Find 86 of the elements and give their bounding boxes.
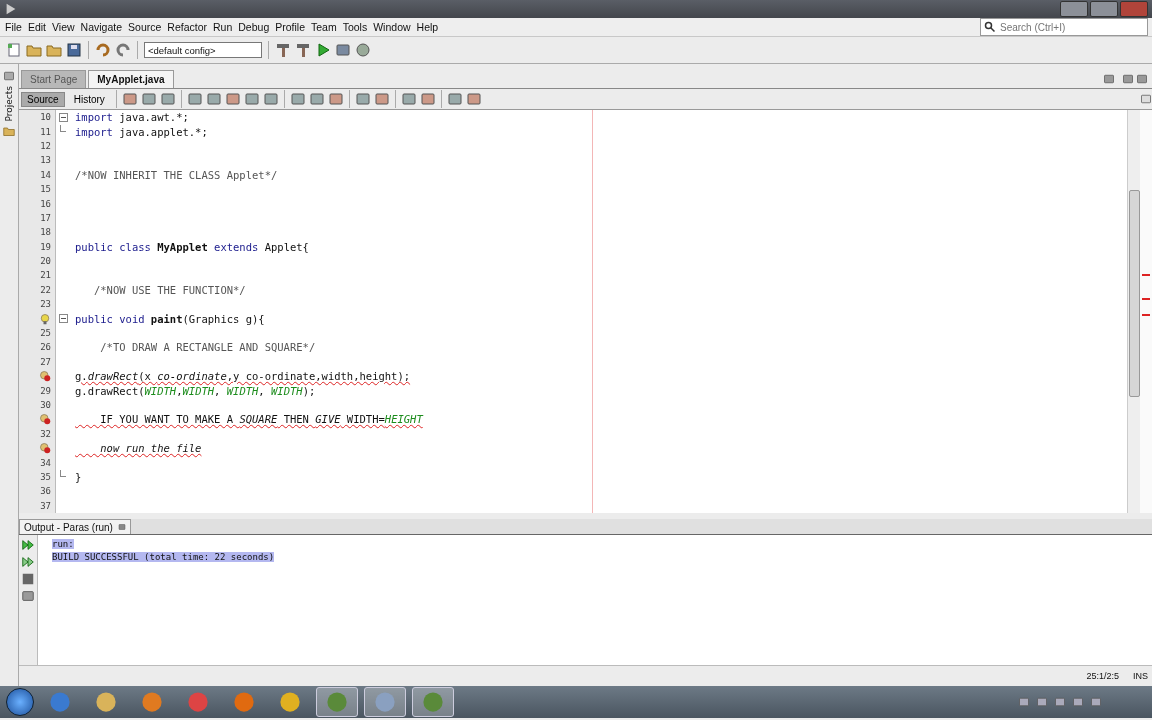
line-number: 14 — [40, 169, 51, 180]
line-number: 18 — [40, 227, 51, 238]
code-line: /*NOW USE THE FUNCTION*/ — [92, 283, 246, 296]
code-line: g.drawRect(WIDTH,WIDTH, WIDTH, WIDTH); — [75, 384, 316, 397]
maximize-button[interactable] — [1090, 1, 1118, 17]
run-icon[interactable] — [315, 42, 331, 58]
code-line: public void paint(Graphics g){ — [75, 312, 265, 325]
rerun-icon[interactable] — [21, 538, 35, 552]
rerun-options-icon[interactable] — [21, 555, 35, 569]
close-button[interactable] — [1120, 1, 1148, 17]
line-number: 21 — [40, 270, 51, 281]
line-number: 16 — [40, 198, 51, 209]
code-line: import java.applet.*; — [75, 125, 208, 138]
start-button[interactable] — [6, 688, 34, 716]
fold-toggle[interactable] — [58, 314, 68, 324]
view-toggle[interactable]: History — [67, 91, 111, 107]
line-number: 29 — [40, 385, 51, 396]
line-number: 10 — [40, 112, 51, 123]
minimize-button[interactable] — [1060, 1, 1088, 17]
line-number: 30 — [40, 400, 51, 410]
view-toggle[interactable]: Source — [21, 91, 65, 107]
error-bulb-icon[interactable] — [39, 370, 51, 383]
light-bulb-icon[interactable] — [39, 312, 51, 325]
code-line: public class MyApplet extends Applet{ — [75, 240, 309, 253]
menu-item[interactable]: Help — [413, 21, 442, 33]
insert-mode: INS — [1133, 671, 1148, 681]
editor-tab[interactable]: Start Page — [21, 70, 87, 88]
menu-item[interactable]: Edit — [24, 21, 49, 33]
line-number: 15 — [40, 184, 51, 195]
line-number: 32 — [40, 428, 51, 439]
menu-item[interactable]: View — [49, 21, 78, 33]
menu-item[interactable]: Team — [308, 21, 340, 33]
redo-icon[interactable] — [115, 42, 131, 58]
error-marker[interactable] — [1142, 314, 1150, 316]
menu-item[interactable]: Profile — [272, 21, 308, 33]
error-marker[interactable] — [1142, 298, 1150, 300]
fold-toggle[interactable] — [58, 112, 68, 122]
line-number: 35 — [40, 471, 51, 482]
line-number: 23 — [40, 299, 51, 310]
menu-item[interactable]: Navigate — [77, 21, 126, 33]
undo-icon[interactable] — [95, 42, 111, 58]
line-number: 12 — [40, 140, 51, 151]
menu-item[interactable]: Debug — [235, 21, 273, 33]
error-bulb-icon[interactable] — [39, 442, 51, 455]
new-project-icon[interactable] — [26, 42, 42, 58]
menu-item[interactable]: Source — [125, 21, 165, 33]
save-icon[interactable] — [66, 42, 82, 58]
code-line: import java.awt.*; — [75, 111, 189, 124]
line-number: 19 — [40, 241, 51, 252]
hammer-icon[interactable] — [275, 42, 291, 58]
code-line: now run the file — [99, 442, 202, 455]
minimize-icon[interactable] — [117, 523, 126, 531]
search-box[interactable]: Search (Ctrl+I) — [980, 18, 1148, 36]
line-number: 27 — [40, 356, 51, 367]
line-number: 13 — [40, 155, 51, 166]
line-number: 22 — [40, 284, 51, 295]
cursor-position: 25:1/2:5 — [1086, 671, 1119, 681]
line-number: 20 — [40, 256, 51, 267]
app-logo-icon — [4, 2, 18, 16]
search-icon — [984, 21, 996, 33]
menu-item[interactable]: Window — [370, 21, 414, 33]
config-dropdown[interactable]: <default config> — [144, 42, 262, 58]
code-line: /*TO DRAW A RECTANGLE AND SQUARE*/ — [99, 341, 316, 354]
editor-tab[interactable]: MyApplet.java — [88, 70, 174, 88]
code-line: g.drawRect(x co-ordinate,y co-ordinate,width,height); — [75, 370, 411, 383]
line-number: 11 — [40, 126, 51, 137]
line-number: 34 — [40, 457, 51, 468]
stop-icon[interactable] — [21, 572, 35, 586]
line-number: 17 — [40, 212, 51, 223]
menu-item[interactable]: Refactor — [164, 21, 210, 33]
line-number: 26 — [40, 342, 51, 353]
menu-item[interactable]: File — [2, 21, 25, 33]
error-bulb-icon[interactable] — [39, 413, 51, 426]
menu-item[interactable]: Tools — [339, 21, 371, 33]
menu-item[interactable]: Run — [210, 21, 236, 33]
code-line: } — [75, 470, 82, 483]
new-file-icon[interactable] — [6, 42, 22, 58]
line-number: 25 — [40, 328, 51, 339]
code-line: /*NOW INHERIT THE CLASS Applet*/ — [75, 168, 278, 181]
clean-build-icon[interactable] — [295, 42, 311, 58]
scrollbar-thumb[interactable] — [1128, 190, 1140, 397]
line-number: 36 — [40, 486, 51, 497]
projects-tab[interactable]: Projects — [4, 86, 14, 122]
error-marker[interactable] — [1142, 274, 1150, 276]
code-line: IF YOU WANT TO MAKE A SQUARE THEN GIVE WIDTH=HEIGHT — [99, 413, 423, 426]
line-number: 37 — [40, 500, 51, 511]
